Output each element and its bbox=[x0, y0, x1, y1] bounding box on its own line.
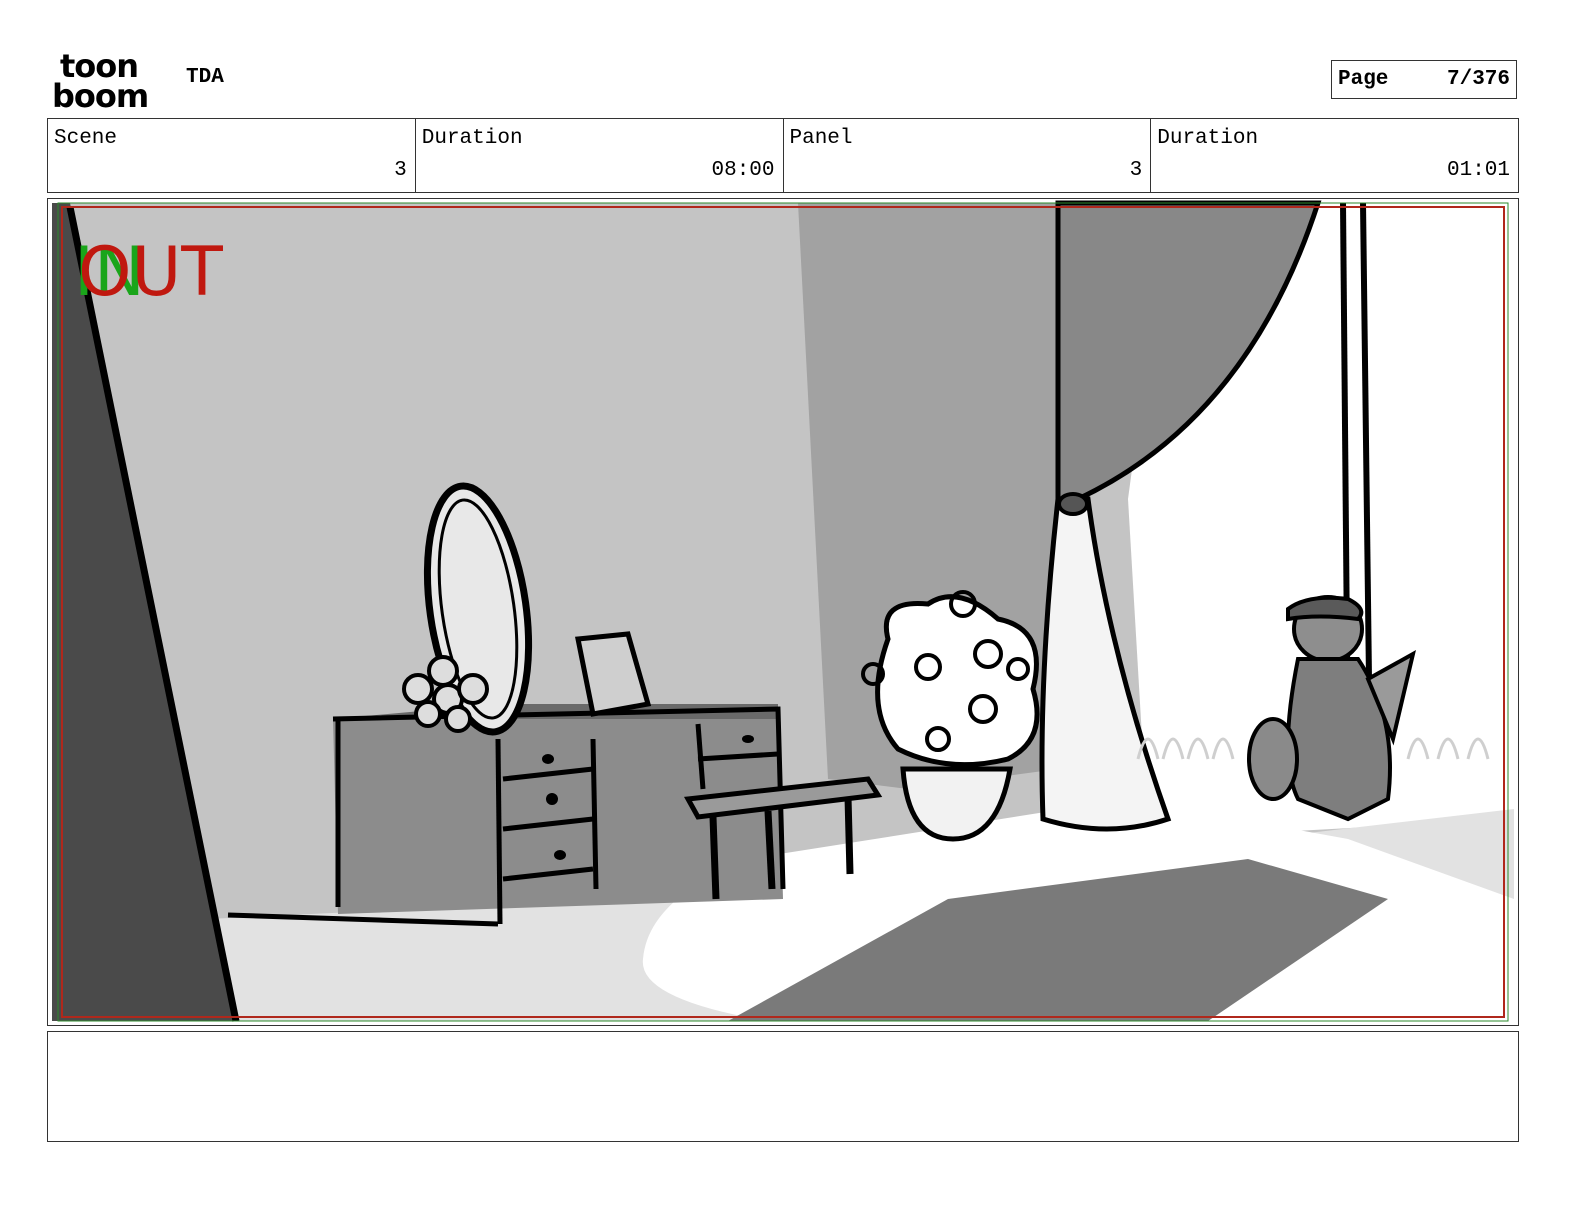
page-indicator: Page 7/376 bbox=[1331, 60, 1517, 99]
panel-duration-label: Duration bbox=[1157, 127, 1259, 150]
out-marker: OUT bbox=[78, 233, 223, 312]
scene-info-bar: Scene 3 Duration 08:00 Panel 3 Duration … bbox=[47, 118, 1519, 193]
panel-value: 3 bbox=[1129, 159, 1143, 182]
panel-cell: Panel 3 bbox=[784, 119, 1152, 192]
scene-label: Scene bbox=[54, 127, 118, 150]
logo-word-bottom: boom bbox=[52, 77, 149, 115]
project-title: TDA bbox=[186, 66, 224, 89]
curtain-tieback bbox=[1057, 492, 1089, 516]
scene-cell: Scene 3 bbox=[48, 119, 416, 192]
scene-duration-label: Duration bbox=[421, 127, 523, 150]
page-value: 7/376 bbox=[1446, 68, 1510, 91]
panel-duration-cell: Duration 01:01 bbox=[1151, 119, 1518, 192]
panel-duration-value: 01:01 bbox=[1446, 159, 1510, 182]
plant-foliage bbox=[875, 594, 1040, 768]
scene-duration-value: 08:00 bbox=[711, 159, 775, 182]
logo-word-top: toon bbox=[60, 47, 139, 85]
storyboard-panel[interactable]: IN OUT bbox=[47, 198, 1519, 1026]
toonboom-logo: toon boom bbox=[52, 50, 164, 112]
panel-artwork: IN OUT bbox=[52, 200, 1514, 1022]
panel-label: Panel bbox=[789, 127, 853, 150]
scene-duration-cell: Duration 08:00 bbox=[416, 119, 784, 192]
scene-value: 3 bbox=[394, 159, 407, 182]
caption-box[interactable] bbox=[47, 1031, 1519, 1142]
page-label: Page bbox=[1338, 68, 1389, 91]
